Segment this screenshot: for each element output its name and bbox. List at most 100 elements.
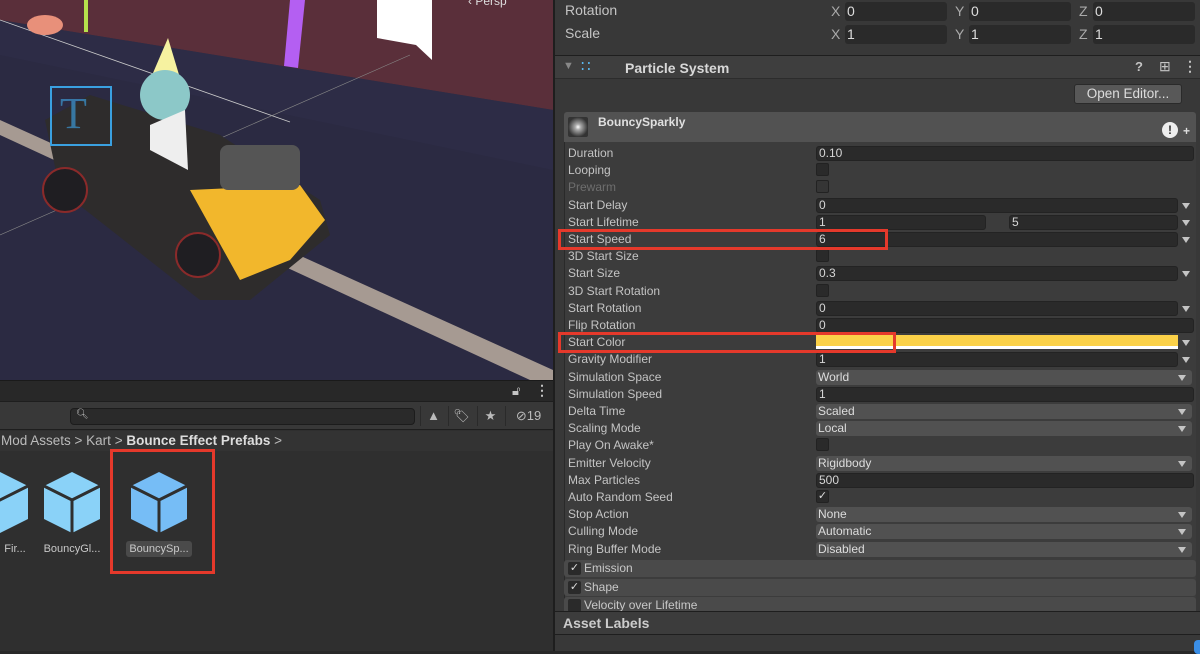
start-size-input[interactable]: 0.3 — [816, 266, 1178, 282]
field-label: Start Delay — [568, 197, 628, 212]
asset-labels-header[interactable]: Asset Labels — [555, 611, 1200, 635]
row-prewarm: Prewarm — [568, 179, 1198, 196]
open-editor-button[interactable]: Open Editor... — [1074, 84, 1182, 104]
warning-icon[interactable]: ! — [1162, 122, 1178, 138]
scale-z-input[interactable]: 1 — [1093, 25, 1195, 44]
scale-y-input[interactable]: 1 — [969, 25, 1071, 44]
start-lifetime-max-input[interactable]: 5 — [1009, 214, 1178, 230]
field-label: Culling Mode — [568, 524, 639, 539]
max-particles-input[interactable]: 500 — [816, 472, 1194, 488]
dropdown-value: World — [818, 369, 850, 384]
simulation-speed-input[interactable]: 1 — [816, 386, 1194, 402]
module-name: BouncySparkly — [598, 115, 686, 129]
curve-mode-arrow-icon[interactable] — [1182, 202, 1190, 209]
row-looping: Looping — [568, 162, 1198, 179]
presets-icon[interactable]: ⊞ — [1159, 58, 1171, 75]
module-shape[interactable]: ✓ Shape — [564, 578, 1196, 596]
row-simulation-speed: Simulation Speed 1 — [568, 386, 1198, 403]
prewarm-checkbox[interactable] — [816, 180, 829, 194]
3d-start-size-checkbox[interactable] — [816, 249, 829, 263]
help-icon[interactable]: ? — [1135, 59, 1143, 74]
curve-mode-arrow-icon[interactable] — [1182, 219, 1190, 226]
curve-mode-arrow-icon[interactable] — [1182, 340, 1190, 347]
particle-system-icon: ∷ — [581, 58, 591, 75]
row-culling-mode: Culling Mode Automatic — [568, 523, 1198, 540]
duration-input[interactable]: 0.10 — [816, 146, 1194, 161]
collapse-arrow-icon[interactable]: ▼ — [563, 60, 574, 72]
row-start-delay: Start Delay 0 — [568, 197, 1198, 214]
gravity-modifier-input[interactable]: 1 — [816, 352, 1178, 368]
add-icon[interactable]: + — [1183, 124, 1190, 138]
field-label: Play On Awake* — [568, 438, 654, 453]
axis-label: X — [831, 26, 841, 42]
curve-mode-arrow-icon[interactable] — [1182, 305, 1190, 312]
breadcrumb-current[interactable]: Bounce Effect Prefabs — [126, 433, 270, 448]
row-duration: Duration 0.10 — [568, 145, 1198, 162]
axis-label: Y — [955, 3, 965, 19]
curve-mode-arrow-icon[interactable] — [1182, 237, 1190, 243]
start-rotation-input[interactable]: 0 — [816, 300, 1178, 316]
scale-x-input[interactable]: 1 — [845, 25, 947, 44]
curve-mode-arrow-icon[interactable] — [1182, 357, 1190, 364]
field-label: Duration — [568, 146, 614, 160]
auto-random-seed-checkbox[interactable]: ✓ — [816, 490, 829, 503]
flip-rotation-input[interactable]: 0 — [816, 318, 1194, 333]
axis-label: Z — [1079, 3, 1088, 19]
looping-checkbox[interactable] — [816, 163, 829, 177]
row-3d-start-size: 3D Start Size — [568, 248, 1198, 265]
rotation-x-input[interactable]: 0 — [845, 2, 947, 21]
module-emission[interactable]: ✓ Emission — [564, 560, 1196, 577]
module-enable-checkbox[interactable]: ✓ — [568, 580, 581, 594]
asset-item[interactable]: BouncyGl... — [32, 469, 112, 555]
more-menu-icon[interactable]: ⋮ — [1183, 58, 1197, 75]
filter-by-type-button[interactable]: ▲ — [420, 406, 446, 426]
filter-by-label-button[interactable]: 🏷︎ — [448, 406, 474, 426]
search-input[interactable]: 🔍︎ — [70, 408, 415, 425]
scaling-mode-dropdown[interactable]: Local — [816, 421, 1192, 437]
curve-mode-arrow-icon[interactable] — [1182, 271, 1190, 278]
ring-buffer-mode-dropdown[interactable]: Disabled — [816, 541, 1192, 557]
start-delay-input[interactable]: 0 — [816, 197, 1178, 213]
field-label: Start Size — [568, 266, 621, 281]
prefab-cube-icon — [0, 472, 29, 533]
simulation-space-dropdown[interactable]: World — [816, 369, 1192, 385]
field-label: Delta Time — [568, 404, 626, 418]
favorites-button[interactable]: ★ — [477, 406, 503, 426]
hidden-packages-button[interactable]: ⊘19 — [505, 406, 551, 426]
row-play-on-awake: Play On Awake* — [568, 437, 1198, 454]
axis-label: Y — [955, 26, 965, 42]
3d-start-rotation-checkbox[interactable] — [816, 283, 829, 297]
emitter-velocity-dropdown[interactable]: Rigidbody — [816, 455, 1192, 471]
start-lifetime-min-input[interactable]: 1 — [816, 214, 986, 230]
highlight-box — [558, 229, 888, 250]
field-label: Gravity Modifier — [568, 352, 653, 367]
project-panel: 🔓︎ ⋮ 🔍︎ ▲ 🏷︎ ★ ⊘19 Mod Assets > Kart > B… — [0, 380, 553, 651]
scale-label: Scale — [565, 25, 601, 41]
collab-icon[interactable] — [1194, 640, 1200, 654]
row-start-size: Start Size 0.3 — [568, 265, 1198, 282]
chevron-down-icon — [1178, 546, 1186, 553]
breadcrumb-item[interactable]: Mod Assets — [1, 433, 71, 448]
rotation-z-input[interactable]: 0 — [1093, 2, 1195, 21]
chevron-down-icon — [1178, 374, 1186, 381]
culling-mode-dropdown[interactable]: Automatic — [816, 524, 1192, 540]
dropdown-value: None — [818, 507, 847, 522]
field-label: Simulation Speed — [568, 386, 663, 401]
breadcrumb-item[interactable]: Kart — [86, 433, 111, 448]
field-label: Ring Buffer Mode — [568, 541, 662, 556]
more-menu-icon[interactable]: ⋮ — [535, 382, 549, 399]
rotation-y-input[interactable]: 0 — [969, 2, 1071, 21]
module-enable-checkbox[interactable]: ✓ — [568, 562, 581, 575]
scene-view[interactable]: T ‹ Persp — [0, 0, 553, 380]
particle-system-header[interactable]: ▼ ∷ Particle System ? ⊞ ⋮ — [555, 55, 1200, 79]
field-label: Looping — [568, 163, 611, 178]
camera-mode-label[interactable]: ‹ Persp — [468, 0, 507, 8]
module-label: Shape — [584, 579, 619, 594]
lock-icon[interactable]: 🔓︎ — [512, 383, 520, 399]
delta-time-dropdown[interactable]: Scaled — [816, 404, 1192, 419]
play-on-awake-checkbox[interactable] — [816, 438, 829, 452]
highlight-box — [110, 449, 215, 574]
stop-action-dropdown[interactable]: None — [816, 507, 1192, 523]
inspector-panel: Rotation Scale X0Y0Z0X1Y1Z1 ▼ ∷ Particle… — [553, 0, 1200, 654]
main-module-header[interactable]: BouncySparkly ! + — [564, 112, 1196, 142]
